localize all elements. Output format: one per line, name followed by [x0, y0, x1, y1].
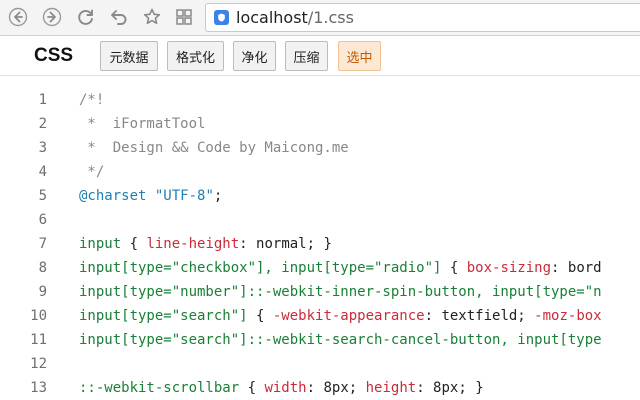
code-token: {: [247, 308, 273, 324]
page-icon: [214, 10, 229, 25]
code-line: 7 input { line-height: normal; }: [0, 232, 640, 256]
code-line: 9 input[type="number"]::-webkit-inner-spi…: [0, 280, 640, 304]
code-line: 5 @charset "UTF-8";: [0, 184, 640, 208]
toolbar-title: CSS: [34, 45, 74, 66]
code-line: 11 input[type="search"]::-webkit-search-c…: [0, 328, 640, 352]
code-text: * iFormatTool: [79, 112, 205, 136]
code-text: ::-webkit-scrollbar { width: 8px; height…: [79, 376, 484, 400]
line-number: 7: [38, 236, 47, 252]
code-token: @charset: [79, 188, 147, 204]
code-token: -webkit-appearance: [272, 308, 425, 324]
code-text: input[type="checkbox"], input[type="radi…: [79, 256, 602, 280]
code-token: : bord: [551, 260, 602, 276]
code-line: 4 */: [0, 160, 640, 184]
address-bar[interactable]: localhost/1.css: [205, 3, 640, 32]
line-number: 12: [30, 356, 47, 372]
code-line: 12: [0, 352, 640, 376]
code-token: -moz-box: [534, 308, 602, 324]
line-number: 8: [38, 260, 47, 276]
line-number: 5: [38, 188, 47, 204]
code-token: "UTF-8": [154, 188, 214, 204]
code-token: input: [79, 236, 122, 252]
code-token: height: [365, 380, 417, 396]
code-line: 3 * Design && Code by Maicong.me: [0, 136, 640, 160]
code-token: : 8px;: [306, 380, 366, 396]
code-token: {: [239, 380, 265, 396]
line-number: 6: [38, 212, 47, 228]
code-token: * Design && Code by Maicong.me: [79, 140, 349, 156]
compress-button[interactable]: 压缩: [285, 41, 328, 71]
code-token: : normal; }: [239, 236, 332, 252]
code-token: line-height: [146, 236, 240, 252]
url-path: /1.css: [307, 8, 354, 27]
url-host: localhost: [236, 8, 308, 27]
code-text: @charset "UTF-8";: [79, 184, 222, 208]
star-icon[interactable]: [140, 5, 164, 29]
code-token: input[type="search"]: [79, 308, 248, 324]
code-token: */: [79, 164, 105, 180]
code-line: 6: [0, 208, 640, 232]
line-number: 10: [30, 308, 47, 324]
line-number: 9: [38, 284, 47, 300]
code-text: * Design && Code by Maicong.me: [79, 136, 349, 160]
apps-icon[interactable]: [172, 5, 196, 29]
reload-icon[interactable]: [74, 5, 98, 29]
browser-toolbar: localhost/1.css: [0, 0, 640, 36]
code-text: input[type="search"] { -webkit-appearanc…: [79, 304, 602, 328]
code-token: input[type="search"]::-webkit-search-can…: [79, 332, 602, 348]
line-number: 4: [38, 164, 47, 180]
code-token: : textfield;: [424, 308, 535, 324]
code-text: input[type="number"]::-webkit-inner-spin…: [79, 280, 602, 304]
line-number: 11: [30, 332, 47, 348]
code-line: 1 /*!: [0, 88, 640, 112]
code-token: /*!: [79, 92, 105, 108]
code-line: 8 input[type="checkbox"], input[type="rad…: [0, 256, 640, 280]
purify-button[interactable]: 净化: [233, 41, 276, 71]
code-line: 2 * iFormatTool: [0, 112, 640, 136]
forward-icon[interactable]: [40, 5, 64, 29]
code-token: box-sizing: [466, 260, 552, 276]
code-line: 13::-webkit-scrollbar { width: 8px; heig…: [0, 376, 640, 400]
code-token: ::-webkit-scrollbar: [79, 380, 240, 396]
undo-icon[interactable]: [107, 5, 131, 29]
code-text: */: [79, 160, 104, 184]
select-button[interactable]: 选中: [338, 41, 381, 71]
code-token: ;: [213, 188, 223, 204]
code-text: input[type="search"]::-webkit-search-can…: [79, 328, 602, 352]
url-text[interactable]: localhost/1.css: [236, 8, 354, 28]
line-number: 3: [38, 140, 47, 156]
code-token: * iFormatTool: [79, 116, 206, 132]
code-token: width: [264, 380, 307, 396]
line-number: 1: [38, 92, 47, 108]
code-token: input[type="number"]::-webkit-inner-spin…: [79, 284, 602, 300]
back-icon[interactable]: [6, 5, 30, 29]
code-text: /*!: [79, 88, 104, 112]
metadata-button[interactable]: 元数据: [100, 41, 158, 71]
format-button[interactable]: 格式化: [167, 41, 224, 71]
code-viewer[interactable]: 1/*! 2 * iFormatTool 3 * Design && Code by…: [0, 77, 640, 400]
code-line: 10 input[type="search"] { -webkit-appeara…: [0, 304, 640, 328]
line-number: 2: [38, 116, 47, 132]
code-token: {: [121, 236, 147, 252]
format-toolbar: CSS 元数据 格式化 净化 压缩 选中: [0, 36, 640, 76]
code-text: input { line-height: normal; }: [79, 232, 332, 256]
code-token: {: [441, 260, 467, 276]
code-token: input[type="checkbox"], input[type="radi…: [79, 260, 442, 276]
line-number: 13: [30, 380, 47, 396]
code-token: : 8px; }: [416, 380, 484, 396]
